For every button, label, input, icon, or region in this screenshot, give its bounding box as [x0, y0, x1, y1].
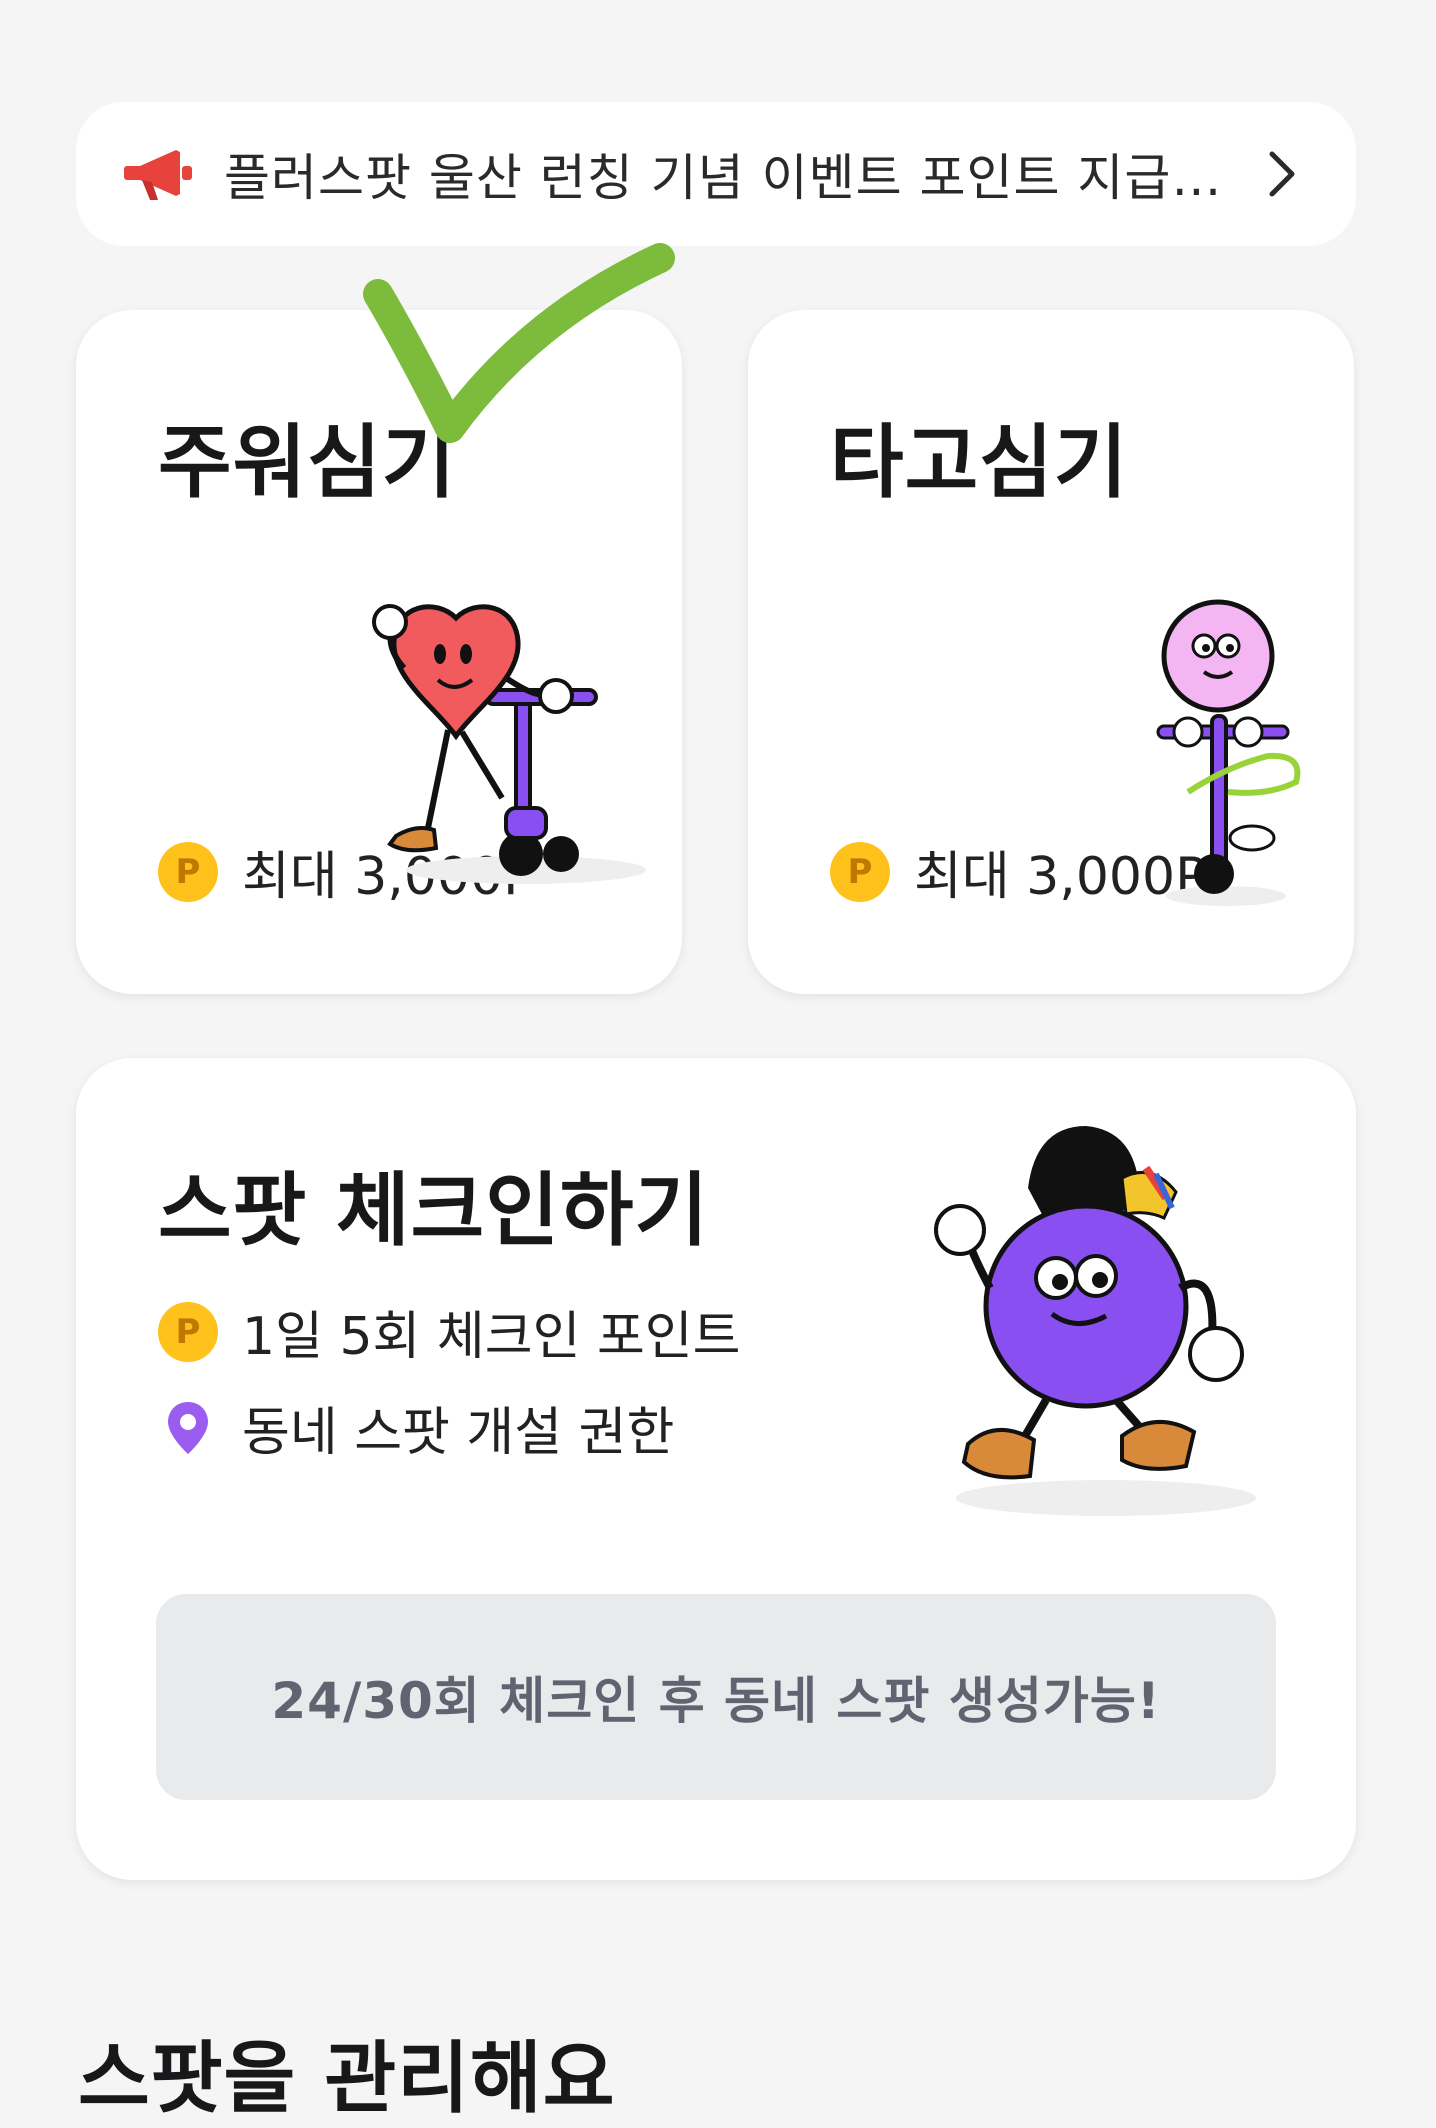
chevron-right-icon [1269, 151, 1295, 197]
spot-create-button[interactable]: 24/30회 체크인 후 동네 스팟 생성가능! [156, 1594, 1276, 1800]
spot-create-permission: 동네 스팟 개설 권한 [158, 1390, 674, 1465]
notice-banner[interactable]: 플러스팟 울산 런칭 기념 이벤트 포인트 지급 안내 [76, 102, 1356, 246]
spot-checkin-points: P 1일 5회 체크인 포인트 [158, 1294, 740, 1369]
megaphone-icon [124, 150, 192, 200]
heart-scooter-illustration [372, 604, 646, 884]
point-coin-icon: P [158, 841, 218, 902]
ball-scooter-illustration [1156, 599, 1301, 906]
purple-ball-walking-illustration [934, 1126, 1256, 1516]
pickup-title: 주워심기 [158, 416, 457, 509]
spot-create-permission-text: 동네 스팟 개설 권한 [242, 1403, 675, 1463]
point-coin-icon: P [830, 841, 890, 902]
pickup-card[interactable]: 주워심기 P 최대 3,000P [76, 310, 682, 994]
point-coin-icon: P [158, 1301, 218, 1362]
section-title: 스팟을 관리해요 [78, 2034, 616, 2124]
notice-text: 플러스팟 울산 런칭 기념 이벤트 포인트 지급 안내 [224, 149, 1238, 207]
spot-checkin-points-text: 1일 5회 체크인 포인트 [242, 1307, 741, 1367]
ride-card[interactable]: 타고심기 P 최대 3,000P [748, 310, 1354, 994]
spot-checkin-title: 스팟 체크인하기 [158, 1164, 710, 1257]
ride-title: 타고심기 [830, 416, 1129, 509]
location-pin-icon [158, 1398, 218, 1458]
spot-checkin-card[interactable]: 스팟 체크인하기 P 1일 5회 체크인 포인트 동네 스팟 개설 권한 24/… [76, 1058, 1356, 1880]
